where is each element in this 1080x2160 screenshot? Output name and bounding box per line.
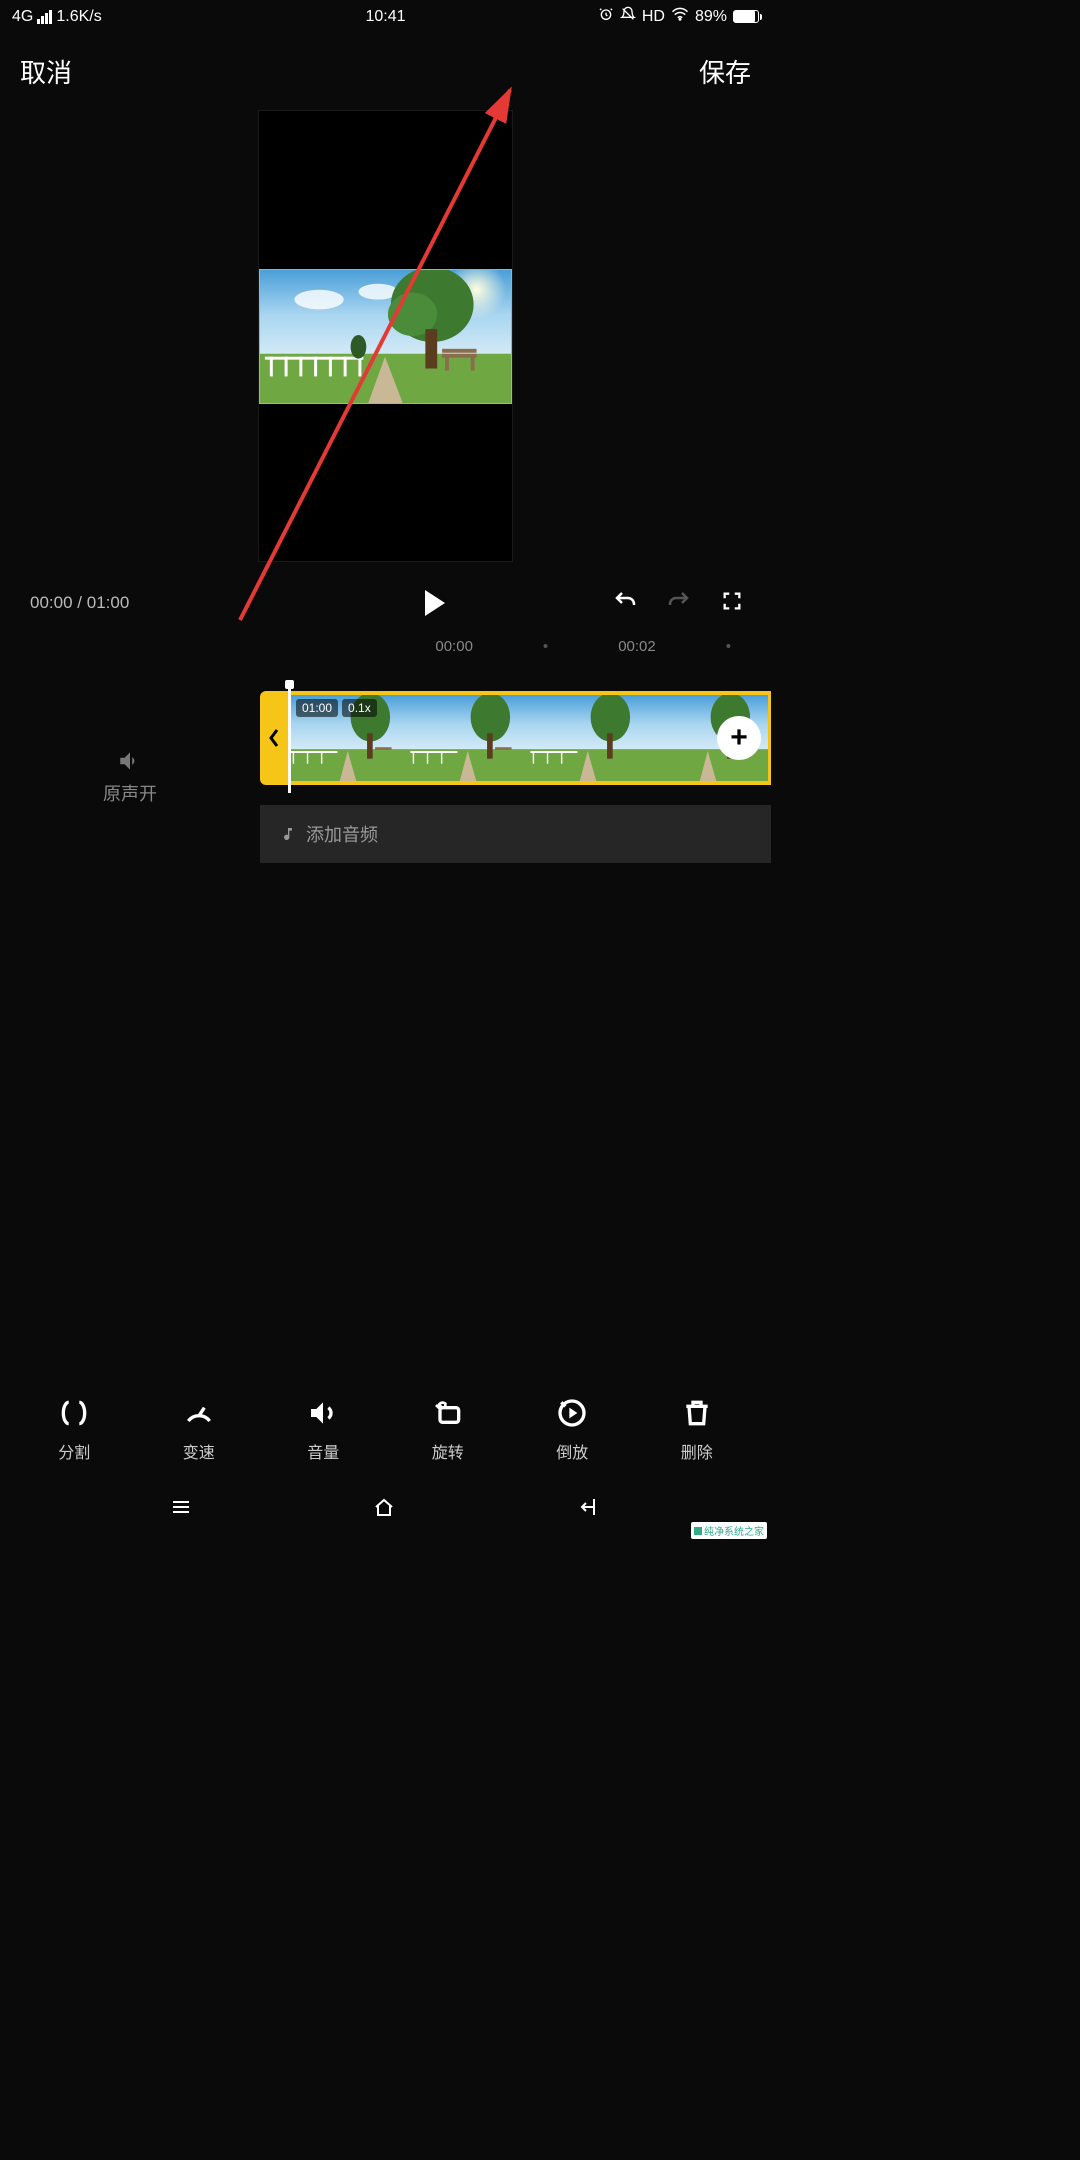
rotate-icon — [430, 1395, 466, 1431]
clip-thumbnail — [528, 695, 648, 781]
clip-collapse-handle[interactable] — [260, 691, 288, 785]
music-note-icon — [280, 826, 296, 842]
ruler-dot: • — [543, 638, 548, 655]
trash-icon — [679, 1395, 715, 1431]
chevron-left-icon — [268, 728, 280, 748]
speaker-icon — [305, 1395, 341, 1431]
add-audio-button[interactable]: 添加音频 — [260, 805, 771, 863]
playhead[interactable] — [288, 683, 291, 793]
alarm-icon — [598, 6, 614, 27]
clip-duration-badge: 01:00 — [296, 699, 338, 717]
cancel-button[interactable]: 取消 — [20, 53, 72, 90]
data-speed: 1.6K/s — [56, 8, 101, 26]
play-button[interactable] — [425, 590, 445, 616]
status-bar: 4G 1.6K/s 10:41 HD 89% — [0, 0, 771, 33]
speedometer-icon — [181, 1395, 217, 1431]
speaker-icon — [117, 748, 143, 774]
delete-tool[interactable]: 删除 — [679, 1395, 715, 1463]
clip-speed-badge: 0.1x — [342, 699, 377, 717]
watermark: 纯净系统之家 — [691, 1522, 767, 1539]
speed-tool[interactable]: 变速 — [181, 1395, 217, 1463]
battery-pct: 89% — [695, 8, 727, 26]
ruler-tick: 00:00 — [435, 638, 473, 655]
ruler-tick: 00:02 — [618, 638, 656, 655]
back-button[interactable] — [574, 1495, 604, 1519]
rotate-tool[interactable]: 旋转 — [430, 1395, 466, 1463]
preview-frame — [259, 269, 512, 404]
wifi-icon — [671, 7, 689, 26]
editor-header: 取消 保存 — [0, 33, 771, 100]
tool-bar: 分割 变速 音量 旋转 倒放 删除 — [0, 1395, 771, 1463]
video-clip[interactable]: 01:00 0.1x + — [260, 691, 771, 785]
status-time: 10:41 — [365, 8, 405, 26]
system-navbar — [0, 1485, 771, 1529]
original-sound-toggle[interactable]: 原声开 — [0, 691, 260, 863]
recent-apps-button[interactable] — [167, 1495, 197, 1519]
sound-label: 原声开 — [103, 780, 157, 806]
network-type: 4G — [12, 8, 33, 26]
ruler-dot: • — [726, 638, 731, 655]
reverse-tool[interactable]: 倒放 — [554, 1395, 590, 1463]
split-tool[interactable]: 分割 — [56, 1395, 92, 1463]
timeline-ruler: 00:00 • 00:02 • — [0, 634, 771, 659]
save-button[interactable]: 保存 — [699, 53, 751, 90]
playback-time: 00:00 / 01:00 — [30, 593, 129, 613]
hd-label: HD — [642, 8, 665, 26]
clip-thumbnail — [408, 695, 528, 781]
add-clip-button[interactable]: + — [717, 716, 761, 760]
playback-controls: 00:00 / 01:00 — [0, 572, 771, 634]
volume-tool[interactable]: 音量 — [305, 1395, 341, 1463]
home-button[interactable] — [370, 1495, 400, 1519]
split-icon — [56, 1395, 92, 1431]
redo-button[interactable] — [667, 589, 691, 618]
add-audio-label: 添加音频 — [306, 821, 378, 847]
battery-icon — [733, 10, 759, 23]
fullscreen-button[interactable] — [721, 590, 743, 617]
undo-button[interactable] — [613, 589, 637, 618]
signal-icon — [37, 10, 52, 24]
reverse-icon — [554, 1395, 590, 1431]
video-preview[interactable] — [258, 110, 513, 562]
silent-icon — [620, 6, 636, 27]
